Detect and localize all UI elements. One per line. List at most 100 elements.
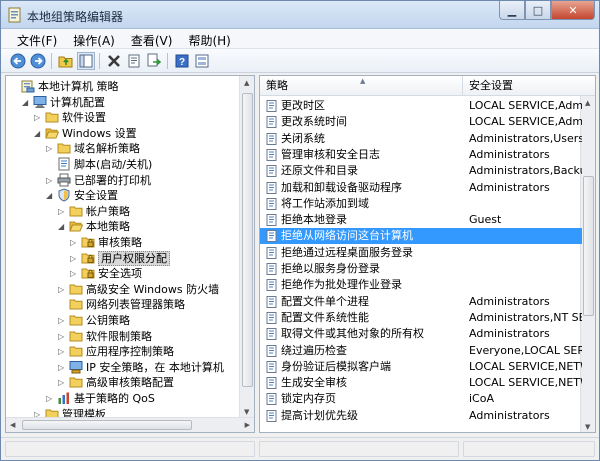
tree-item[interactable]: 本地计算机 策略 xyxy=(6,79,238,94)
expand-arrow-icon[interactable]: ▷ xyxy=(58,378,67,387)
tree-item[interactable]: ◢ 本地策略 xyxy=(6,219,238,234)
policy-row[interactable]: 拒绝本地登录 Guest xyxy=(260,212,582,228)
tree-item[interactable]: ▷ 帐户策略 xyxy=(6,204,238,219)
policy-row[interactable]: 绕过遍历检查 Everyone,LOCAL SERVI... xyxy=(260,343,582,359)
tree-item[interactable]: 脚本(启动/关机) xyxy=(6,157,238,172)
scroll-right-arrow-icon[interactable]: ▶ xyxy=(245,421,250,429)
expand-arrow-icon[interactable]: ▷ xyxy=(46,394,55,403)
policy-security-setting: LOCAL SERVICE,Admini... xyxy=(469,115,582,129)
folder-icon xyxy=(45,110,59,124)
expand-arrow-icon[interactable]: ▷ xyxy=(70,254,79,263)
tree-item[interactable]: ◢ 计算机配置 xyxy=(6,95,238,110)
tree-item[interactable]: ▷ 应用程序控制策略 xyxy=(6,344,238,359)
list-scrollbar-thumb[interactable] xyxy=(583,176,594,316)
up-folder-button[interactable] xyxy=(57,52,75,70)
expand-arrow-icon[interactable]: ▷ xyxy=(58,207,67,216)
menu-action[interactable]: 操作(A) xyxy=(65,29,123,48)
tree-pane[interactable]: 本地计算机 策略 ◢ 计算机配置 ▷ 软件设置 ◢ Windows 设置 ▷ 域名解析策略 脚本(… xyxy=(5,75,255,433)
expand-arrow-icon[interactable]: ▷ xyxy=(46,176,55,185)
tree-item[interactable]: ▷ 基于策略的 QoS xyxy=(6,391,238,406)
policy-row[interactable]: 提高计划优先级 Administrators xyxy=(260,408,582,424)
minimize-icon: ▁ xyxy=(507,3,517,17)
tree-item[interactable]: ▷ 域名解析策略 xyxy=(6,141,238,156)
scroll-up-arrow-icon[interactable]: ▲ xyxy=(244,79,249,87)
maximize-button[interactable]: □ xyxy=(525,1,551,20)
collapse-arrow-icon[interactable]: ◢ xyxy=(46,191,55,200)
view-button[interactable] xyxy=(193,52,211,70)
scroll-up-arrow-icon[interactable]: ▲ xyxy=(585,99,590,107)
tree-item[interactable]: 网络列表管理器策略 xyxy=(6,297,238,312)
policy-row[interactable]: 关闭系统 Administrators,Users,Ba... xyxy=(260,131,582,147)
policy-icon xyxy=(266,409,278,422)
policy-row[interactable]: 锁定内存页 iCoA xyxy=(260,391,582,407)
policy-row[interactable]: 配置文件系统性能 Administrators,NT SERVI xyxy=(260,310,582,326)
tree-item[interactable]: ▷ 已部署的打印机 xyxy=(6,173,238,188)
policy-row[interactable]: 更改系统时间 LOCAL SERVICE,Admini... xyxy=(260,114,582,130)
help-button[interactable]: ? xyxy=(173,52,191,70)
tree-item[interactable]: ◢ Windows 设置 xyxy=(6,126,238,141)
menu-view[interactable]: 查看(V) xyxy=(123,29,181,48)
expand-arrow-icon[interactable]: ▷ xyxy=(58,285,67,294)
policy-row[interactable]: 身份验证后模拟客户端 LOCAL SERVICE,NETWO xyxy=(260,359,582,375)
tree-item[interactable]: ▷ 软件限制策略 xyxy=(6,329,238,344)
forward-button[interactable] xyxy=(29,52,47,70)
scroll-down-arrow-icon[interactable]: ▼ xyxy=(244,408,249,416)
expand-arrow-icon[interactable]: ▷ xyxy=(70,269,79,278)
collapse-arrow-icon[interactable]: ◢ xyxy=(58,222,67,231)
export-button[interactable] xyxy=(145,52,163,70)
status-segment xyxy=(463,441,595,457)
tree-item[interactable]: ▷ 高级安全 Windows 防火墙 xyxy=(6,282,238,297)
delete-button[interactable] xyxy=(105,52,123,70)
expand-arrow-icon[interactable]: ▷ xyxy=(70,238,79,247)
column-header-security-setting[interactable]: 安全设置 xyxy=(463,76,595,96)
tree-item-label: 域名解析策略 xyxy=(74,142,140,156)
tree-item[interactable]: ▷ 用户权限分配 xyxy=(6,250,238,266)
tree-hscrollbar-thumb[interactable] xyxy=(22,420,192,430)
policy-row[interactable]: 配置文件单个进程 Administrators xyxy=(260,294,582,310)
menu-file[interactable]: 文件(F) xyxy=(9,29,65,48)
policy-list-pane[interactable]: 策略 ▲ 安全设置 ▲ ▼ 更改时区 LOCAL SERVICE,Admini..… xyxy=(259,75,596,433)
expand-arrow-icon[interactable]: ▷ xyxy=(34,113,43,122)
tree-item[interactable]: ▷ IP 安全策略，在 本地计算机 xyxy=(6,360,238,375)
expand-arrow-icon[interactable]: ▷ xyxy=(58,316,67,325)
policy-row[interactable]: 拒绝以服务身份登录 xyxy=(260,261,582,277)
tree-item[interactable]: ▷ 软件设置 xyxy=(6,110,238,125)
policy-row[interactable]: 取得文件或其他对象的所有权 Administrators xyxy=(260,326,582,342)
policy-row[interactable]: 生成安全审核 LOCAL SERVICE,NETWO xyxy=(260,375,582,391)
collapse-arrow-icon[interactable]: ◢ xyxy=(22,98,31,107)
policy-row[interactable]: 更改时区 LOCAL SERVICE,Admini... xyxy=(260,98,582,114)
close-button[interactable]: ✕ xyxy=(551,1,595,20)
tree-item[interactable]: ▷ 安全选项 xyxy=(6,266,238,281)
policy-icon xyxy=(266,393,278,406)
tree-item[interactable]: ◢ 安全设置 xyxy=(6,188,238,203)
scroll-left-arrow-icon[interactable]: ◀ xyxy=(10,421,15,429)
tree-vertical-scrollbar[interactable]: ▲ ▼ xyxy=(239,76,254,419)
properties-button[interactable] xyxy=(125,52,143,70)
back-button[interactable] xyxy=(9,52,27,70)
policy-row[interactable]: 加载和卸载设备驱动程序 Administrators xyxy=(260,180,582,196)
folder-icon xyxy=(69,329,83,343)
policy-row[interactable]: 将工作站添加到域 xyxy=(260,196,582,212)
policy-row[interactable]: 拒绝通过远程桌面服务登录 xyxy=(260,245,582,261)
collapse-arrow-icon[interactable]: ◢ xyxy=(34,129,43,138)
policy-row[interactable]: 拒绝从网络访问这台计算机 xyxy=(260,228,582,245)
expand-arrow-icon[interactable]: ▷ xyxy=(58,347,67,356)
policy-row[interactable]: 管理审核和安全日志 Administrators xyxy=(260,147,582,163)
policy-row[interactable]: 还原文件和目录 Administrators,Backup ... xyxy=(260,163,582,179)
tree-item[interactable]: ▷ 审核策略 xyxy=(6,235,238,250)
expand-arrow-icon[interactable]: ▷ xyxy=(46,144,55,153)
list-vertical-scrollbar[interactable]: ▲ ▼ xyxy=(580,96,595,432)
menu-help[interactable]: 帮助(H) xyxy=(180,29,238,48)
tree-scrollbar-thumb[interactable] xyxy=(242,93,253,387)
scroll-down-arrow-icon[interactable]: ▼ xyxy=(585,423,590,431)
show-tree-button[interactable] xyxy=(77,52,95,70)
expand-arrow-icon[interactable]: ▷ xyxy=(58,363,67,372)
policy-row[interactable]: 拒绝作为批处理作业登录 xyxy=(260,277,582,293)
tree-horizontal-scrollbar[interactable]: ◀ ▶ xyxy=(6,417,254,432)
policy-security-setting: Administrators xyxy=(469,180,550,194)
policy-security-setting: LOCAL SERVICE,NETWO xyxy=(469,376,582,390)
expand-arrow-icon[interactable]: ▷ xyxy=(58,332,67,341)
minimize-button[interactable]: ▁ xyxy=(499,1,525,20)
tree-item[interactable]: ▷ 公钥策略 xyxy=(6,313,238,328)
tree-item[interactable]: ▷ 高级审核策略配置 xyxy=(6,375,238,390)
